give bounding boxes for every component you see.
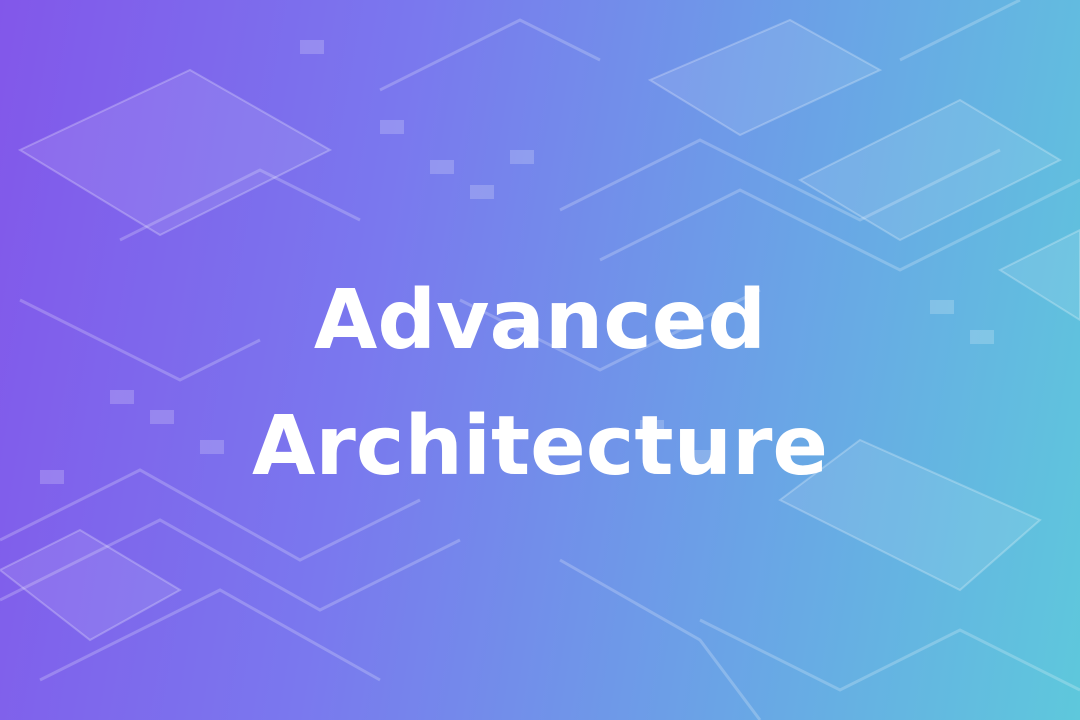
title-line-2: Architecture xyxy=(251,399,829,494)
slide-canvas: Advanced Architecture xyxy=(0,0,1080,720)
title-line-1: Advanced xyxy=(313,273,767,368)
slide-title: Advanced Architecture xyxy=(0,258,1080,510)
